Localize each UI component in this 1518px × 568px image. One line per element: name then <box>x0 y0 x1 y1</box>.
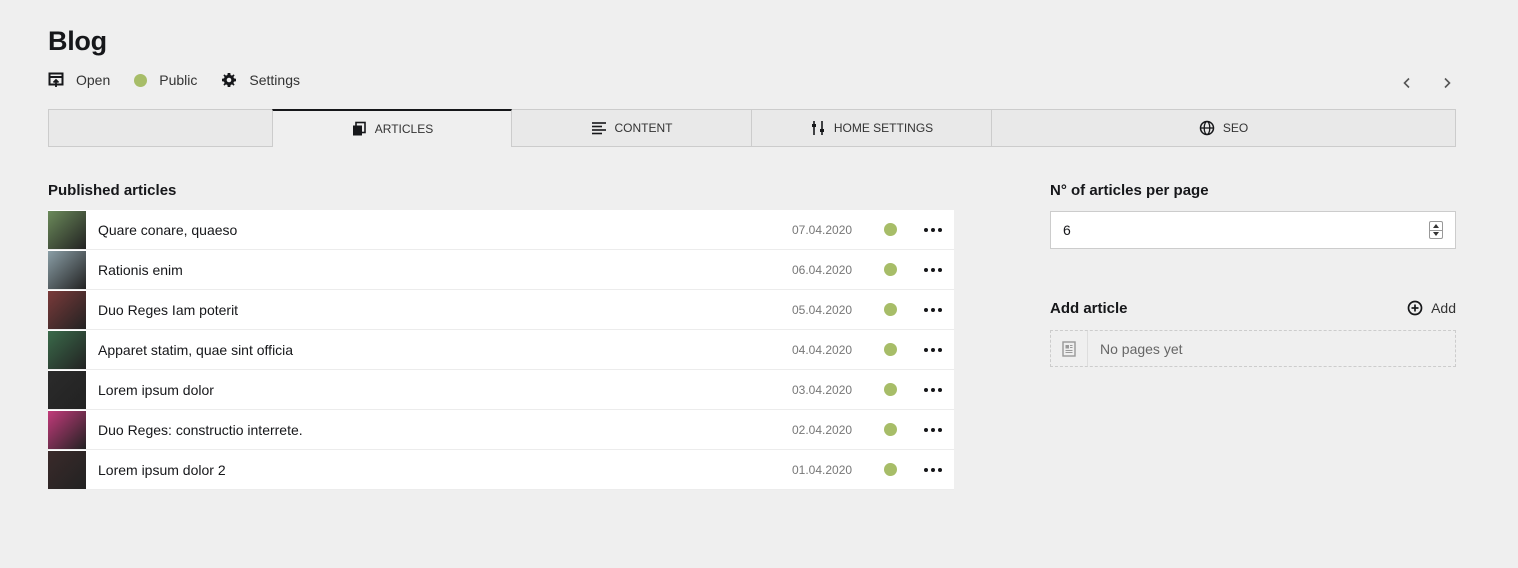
status-dot-icon <box>884 383 897 396</box>
article-thumbnail <box>48 411 86 449</box>
status-dot-icon <box>884 303 897 316</box>
tab-content[interactable]: Content <box>512 110 752 146</box>
per-page-stepper[interactable] <box>1429 221 1443 239</box>
settings-label: Settings <box>249 72 300 88</box>
more-options-icon[interactable] <box>923 380 943 400</box>
article-title: Apparet statim, quae sint officia <box>98 341 294 358</box>
tab-articles-label: Articles <box>374 122 434 136</box>
stepper-up-icon[interactable] <box>1430 222 1442 231</box>
more-options-icon[interactable] <box>923 340 943 360</box>
article-row[interactable]: Quare conare, quaeso 07.04.2020 <box>48 210 954 250</box>
article-thumbnail <box>48 331 86 369</box>
article-row[interactable]: Lorem ipsum dolor 2 01.04.2020 <box>48 450 954 490</box>
tab-home-settings-label: Home settings <box>833 121 934 135</box>
page-icon <box>1051 331 1088 366</box>
status-dot-icon <box>884 223 897 236</box>
settings-button[interactable]: Settings <box>221 72 300 88</box>
article-title: Quare conare, quaeso <box>98 221 238 238</box>
article-row[interactable]: Apparet statim, quae sint officia 04.04.2… <box>48 330 954 370</box>
article-title: Duo Reges Iam poterit <box>98 301 239 318</box>
prev-page-button[interactable] <box>1398 74 1416 92</box>
tab-articles[interactable]: Articles <box>272 109 512 147</box>
tab-seo[interactable]: SEO <box>992 110 1455 146</box>
chevron-left-icon <box>1403 77 1410 89</box>
article-thumbnail <box>48 291 86 329</box>
article-row[interactable]: Duo Reges: constructio interrete. 02.04.2… <box>48 410 954 450</box>
article-date: 05.04.2020 <box>792 302 853 317</box>
tab-content-label: Content <box>614 121 673 135</box>
article-date: 03.04.2020 <box>792 382 853 397</box>
article-row[interactable]: Lorem ipsum dolor 03.04.2020 <box>48 370 954 410</box>
more-options-icon[interactable] <box>923 460 943 480</box>
stepper-down-icon[interactable] <box>1430 231 1442 239</box>
more-options-icon[interactable] <box>923 220 943 240</box>
plus-circle-icon <box>1407 300 1423 316</box>
per-page-heading: N° of articles per page <box>1050 182 1209 199</box>
article-title: Duo Reges: constructio interrete. <box>98 421 303 438</box>
tab-home-settings[interactable]: Home settings <box>752 110 992 146</box>
status-dot-icon <box>884 423 897 436</box>
open-icon <box>48 72 64 88</box>
article-thumbnail <box>48 451 86 489</box>
articles-list: Quare conare, quaeso 07.04.2020 Rationis e… <box>48 210 954 490</box>
open-label: Open <box>76 72 111 88</box>
per-page-value: 6 <box>1063 222 1071 238</box>
article-title: Lorem ipsum dolor 2 <box>98 461 226 478</box>
tab-seo-label: SEO <box>1222 121 1249 135</box>
chevron-right-icon <box>1444 77 1451 89</box>
article-title: Rationis enim <box>98 261 183 278</box>
article-date: 04.04.2020 <box>792 342 853 357</box>
tab-bar: Articles Content Home settings SEO <box>48 109 1456 147</box>
article-thumbnail <box>48 211 86 249</box>
more-options-icon[interactable] <box>923 300 943 320</box>
add-article-label: Add <box>1431 300 1456 316</box>
article-row[interactable]: Rationis enim 06.04.2020 <box>48 250 954 290</box>
public-label: Public <box>159 72 198 88</box>
open-button[interactable]: Open <box>48 72 110 88</box>
content-icon <box>591 122 606 135</box>
more-options-icon[interactable] <box>923 420 943 440</box>
more-options-icon[interactable] <box>923 260 943 280</box>
status-dot-icon <box>884 343 897 356</box>
gear-icon <box>221 72 237 88</box>
published-articles-heading: Published articles <box>48 182 177 199</box>
add-article-button[interactable]: Add <box>1407 300 1456 316</box>
article-date: 01.04.2020 <box>792 462 853 477</box>
per-page-input[interactable]: 6 <box>1050 211 1456 249</box>
article-row[interactable]: Duo Reges Iam poterit 05.04.2020 <box>48 290 954 330</box>
article-thumbnail <box>48 371 86 409</box>
article-date: 06.04.2020 <box>792 262 853 277</box>
empty-text: No pages yet <box>1100 340 1183 357</box>
status-dot-icon <box>884 463 897 476</box>
next-page-button[interactable] <box>1438 74 1456 92</box>
tab-spacer <box>49 110 273 146</box>
articles-icon <box>352 121 366 136</box>
globe-icon <box>1199 120 1215 136</box>
article-thumbnail <box>48 251 86 289</box>
add-article-heading: Add article <box>1050 300 1128 317</box>
page-title: Blog <box>48 26 107 56</box>
article-date: 07.04.2020 <box>792 222 853 237</box>
sliders-icon <box>811 121 824 135</box>
public-status[interactable]: Public <box>134 72 197 88</box>
page-actions: Open Public Settings <box>48 72 300 88</box>
page-header: Blog Open Public Settings <box>48 24 1456 89</box>
article-title: Lorem ipsum dolor <box>98 381 214 398</box>
status-dot-icon <box>134 73 148 87</box>
article-date: 02.04.2020 <box>792 422 853 437</box>
add-article-empty: No pages yet <box>1050 330 1456 367</box>
status-dot-icon <box>884 263 897 276</box>
page-pager <box>1398 74 1456 92</box>
